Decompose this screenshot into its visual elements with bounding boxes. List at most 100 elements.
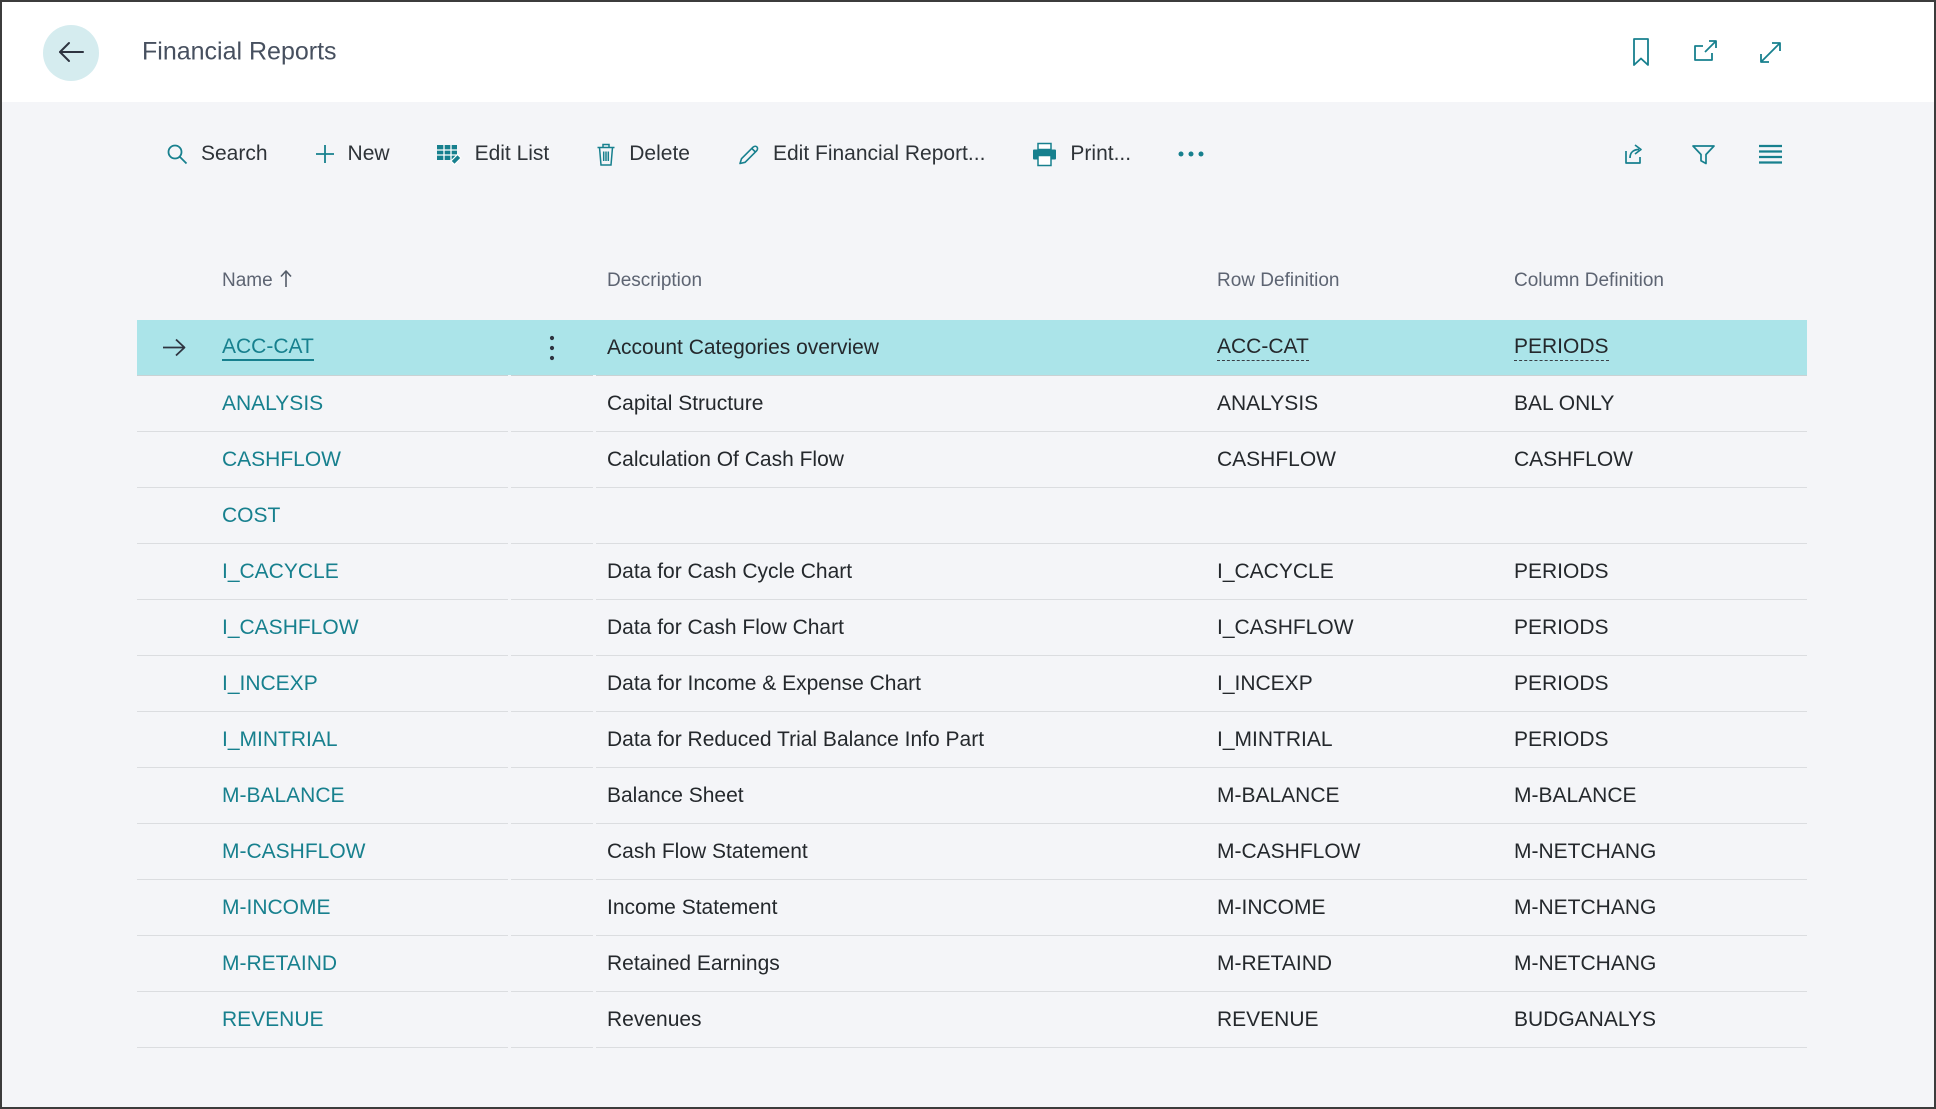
report-description[interactable]: Income Statement <box>595 880 1217 936</box>
table-row[interactable]: M-INCOME Income Statement M-INCOME M-NET… <box>137 880 1807 936</box>
table-row[interactable]: I_INCEXP Data for Income & Expense Chart… <box>137 656 1807 712</box>
table-row[interactable]: M-BALANCE Balance Sheet M-BALANCE M-BALA… <box>137 768 1807 824</box>
table-header-row: Name Description Row Definition Column D… <box>137 242 1807 320</box>
table-row[interactable]: I_MINTRIAL Data for Reduced Trial Balanc… <box>137 712 1807 768</box>
expand-icon[interactable] <box>1757 39 1784 66</box>
list-options-icon[interactable] <box>1757 143 1784 166</box>
row-definition-link[interactable]: I_CASHFLOW <box>1217 615 1354 640</box>
report-name-link[interactable]: M-CASHFLOW <box>222 839 366 864</box>
filter-icon[interactable] <box>1690 142 1717 167</box>
column-definition-link[interactable]: PERIODS <box>1514 727 1609 752</box>
column-definition-link[interactable]: M-BALANCE <box>1514 783 1637 808</box>
table-row[interactable]: M-RETAIND Retained Earnings M-RETAIND M-… <box>137 936 1807 992</box>
report-name-link[interactable]: I_CASHFLOW <box>222 615 359 640</box>
report-name-link[interactable]: ANALYSIS <box>222 391 323 416</box>
toolbar-left-group: Search New <box>165 142 1205 167</box>
row-definition-link[interactable]: M-INCOME <box>1217 895 1326 920</box>
row-definition-link[interactable]: I_CACYCLE <box>1217 559 1334 584</box>
row-definition-link[interactable]: I_MINTRIAL <box>1217 727 1333 752</box>
report-name-link[interactable]: I_CACYCLE <box>222 559 339 584</box>
toolbar-right-group <box>1621 141 1784 168</box>
new-label: New <box>348 142 390 166</box>
report-name-link[interactable]: I_INCEXP <box>222 671 318 696</box>
row-definition-link[interactable]: M-BALANCE <box>1217 783 1340 808</box>
print-button[interactable]: Print... <box>1031 142 1131 167</box>
column-definition-link[interactable]: BAL ONLY <box>1514 391 1614 416</box>
share-icon[interactable] <box>1621 141 1650 168</box>
bookmark-icon[interactable] <box>1629 37 1653 67</box>
table-row[interactable]: M-CASHFLOW Cash Flow Statement M-CASHFLO… <box>137 824 1807 880</box>
new-button[interactable]: New <box>314 142 390 166</box>
column-header-description[interactable]: Description <box>595 270 1217 292</box>
edit-list-button[interactable]: Edit List <box>436 142 550 166</box>
row-definition-link[interactable]: CASHFLOW <box>1217 447 1336 472</box>
column-definition-link[interactable]: PERIODS <box>1514 671 1609 696</box>
page-title: Financial Reports <box>142 38 337 67</box>
table-row[interactable]: I_CASHFLOW Data for Cash Flow Chart I_CA… <box>137 600 1807 656</box>
more-options-ellipsis-icon <box>1177 150 1205 158</box>
more-options-button[interactable] <box>1177 150 1205 158</box>
table-row[interactable]: CASHFLOW Calculation Of Cash Flow CASHFL… <box>137 432 1807 488</box>
column-definition-link[interactable]: PERIODS <box>1514 334 1609 360</box>
printer-icon <box>1031 142 1058 167</box>
report-description[interactable]: Revenues <box>595 992 1217 1048</box>
row-definition-link[interactable]: ANALYSIS <box>1217 391 1318 416</box>
report-name-link[interactable]: ACC-CAT <box>222 334 314 361</box>
edit-financial-report-button[interactable]: Edit Financial Report... <box>736 142 985 167</box>
column-header-column-definition[interactable]: Column Definition <box>1514 270 1807 292</box>
edit-financial-report-label: Edit Financial Report... <box>773 142 985 166</box>
report-description[interactable]: Data for Cash Cycle Chart <box>595 544 1217 600</box>
column-definition-header-label: Column Definition <box>1514 270 1664 292</box>
column-definition-link[interactable]: M-NETCHANG <box>1514 951 1656 976</box>
row-definition-link[interactable]: M-RETAIND <box>1217 951 1332 976</box>
plus-icon <box>314 143 336 165</box>
report-description[interactable]: Cash Flow Statement <box>595 824 1217 880</box>
report-name-link[interactable]: COST <box>222 503 280 528</box>
table-row[interactable]: COST <box>137 488 1807 544</box>
report-description[interactable]: Account Categories overview <box>595 320 1217 376</box>
report-name-link[interactable]: M-BALANCE <box>222 783 345 808</box>
column-definition-link[interactable]: M-NETCHANG <box>1514 895 1656 920</box>
report-name-link[interactable]: I_MINTRIAL <box>222 727 338 752</box>
column-header-name[interactable]: Name <box>222 269 509 294</box>
column-definition-link[interactable]: PERIODS <box>1514 559 1609 584</box>
report-name-link[interactable]: M-INCOME <box>222 895 331 920</box>
header-actions <box>1629 2 1784 102</box>
report-description[interactable]: Data for Reduced Trial Balance Info Part <box>595 712 1217 768</box>
search-button[interactable]: Search <box>165 142 268 166</box>
report-description[interactable]: Calculation Of Cash Flow <box>595 432 1217 488</box>
table-row[interactable]: ACC-CAT Account Categories overview ACC-… <box>137 320 1807 376</box>
row-definition-link[interactable]: I_INCEXP <box>1217 671 1313 696</box>
report-description[interactable]: Retained Earnings <box>595 936 1217 992</box>
edit-list-label: Edit List <box>475 142 550 166</box>
table-body: ACC-CAT Account Categories overview ACC-… <box>137 320 1807 1048</box>
report-name-link[interactable]: CASHFLOW <box>222 447 341 472</box>
column-definition-link[interactable]: PERIODS <box>1514 615 1609 640</box>
row-definition-link[interactable]: REVENUE <box>1217 1007 1319 1032</box>
report-description[interactable]: Capital Structure <box>595 376 1217 432</box>
table-row[interactable]: I_CACYCLE Data for Cash Cycle Chart I_CA… <box>137 544 1807 600</box>
open-in-new-window-icon[interactable] <box>1691 39 1719 65</box>
sort-ascending-icon <box>279 269 293 294</box>
column-definition-link[interactable]: BUDGANALYS <box>1514 1007 1656 1032</box>
column-header-row-definition[interactable]: Row Definition <box>1217 270 1514 292</box>
row-context-menu-icon[interactable] <box>549 334 555 362</box>
column-definition-link[interactable]: CASHFLOW <box>1514 447 1633 472</box>
row-definition-header-label: Row Definition <box>1217 270 1340 292</box>
report-description[interactable]: Data for Income & Expense Chart <box>595 656 1217 712</box>
table-row[interactable]: ANALYSIS Capital Structure ANALYSIS BAL … <box>137 376 1807 432</box>
column-definition-link[interactable]: M-NETCHANG <box>1514 839 1656 864</box>
report-name-link[interactable]: REVENUE <box>222 1007 324 1032</box>
report-description[interactable]: Data for Cash Flow Chart <box>595 600 1217 656</box>
table-row[interactable]: REVENUE Revenues REVENUE BUDGANALYS <box>137 992 1807 1048</box>
report-name-link[interactable]: M-RETAIND <box>222 951 337 976</box>
report-description[interactable] <box>595 488 1217 544</box>
edit-list-icon <box>436 142 463 166</box>
row-definition-link[interactable]: M-CASHFLOW <box>1217 839 1361 864</box>
pencil-icon <box>736 142 761 167</box>
row-definition-link[interactable]: ACC-CAT <box>1217 334 1309 360</box>
financial-reports-page: Financial Reports <box>0 0 1936 1109</box>
back-button[interactable] <box>43 25 99 81</box>
report-description[interactable]: Balance Sheet <box>595 768 1217 824</box>
delete-button[interactable]: Delete <box>595 142 690 167</box>
